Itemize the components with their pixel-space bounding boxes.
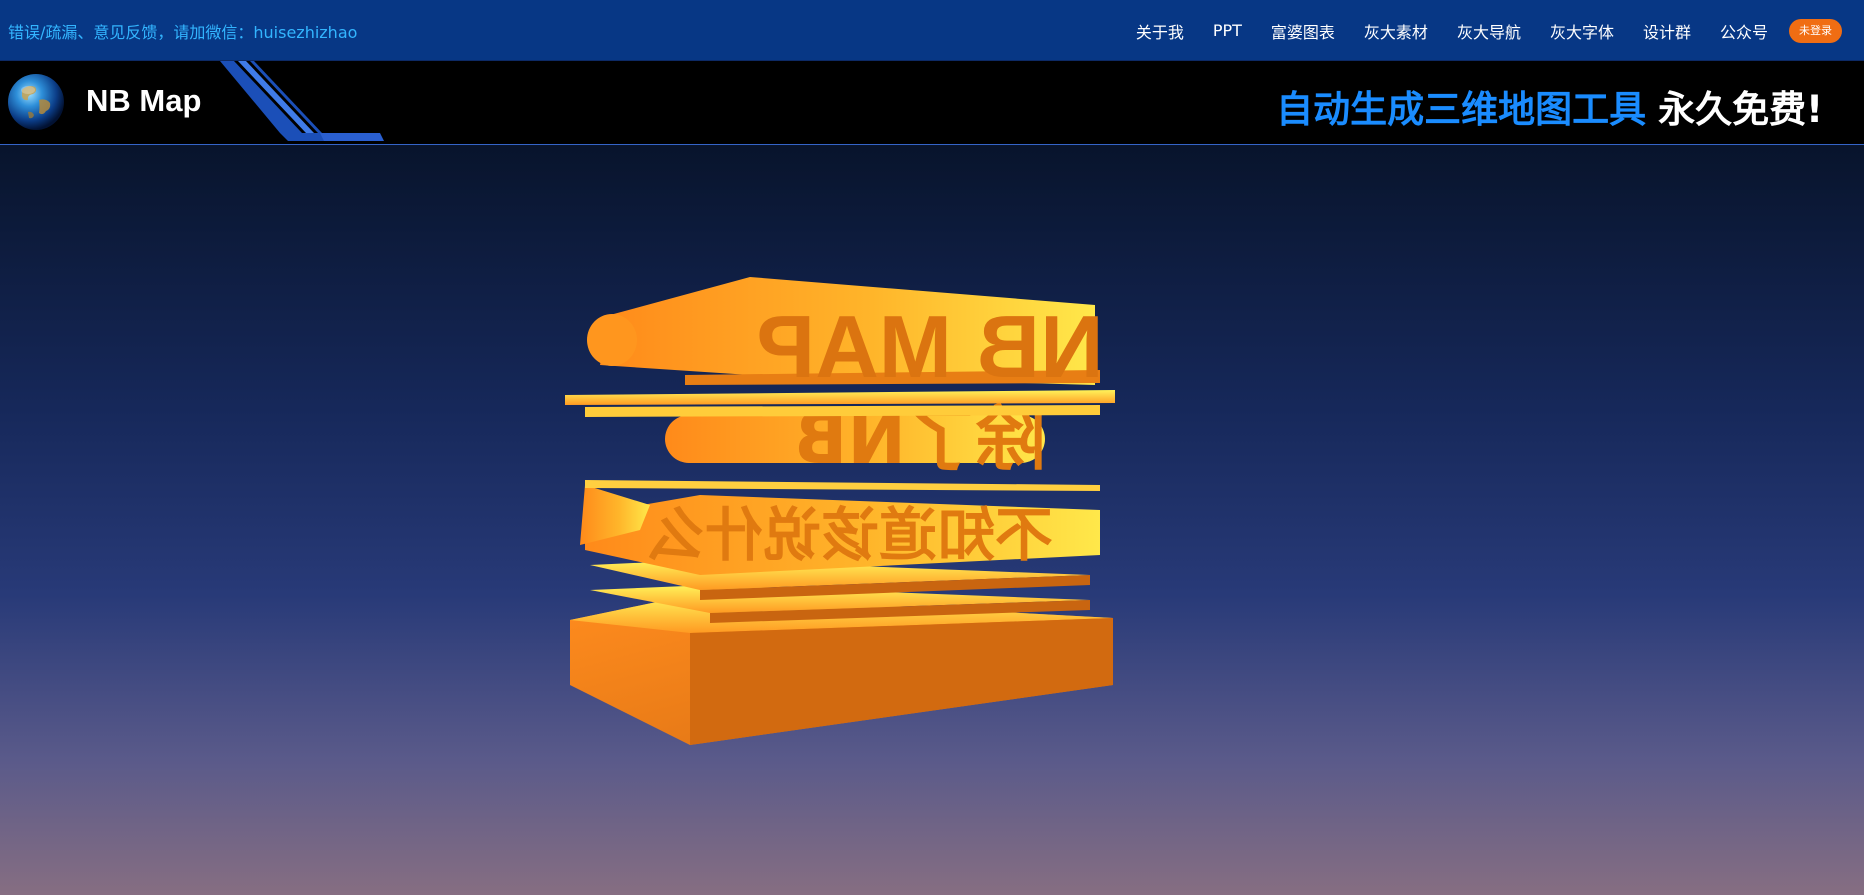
map-canvas[interactable]: 不知道该说什么 除了NB NB MAP xyxy=(0,145,1864,895)
nav-navigation[interactable]: 灰大导航 xyxy=(1457,19,1521,43)
top-bar: 错误/疏漏、意见反馈，请加微信：huisezhizhao 关于我 PPT 富婆图… xyxy=(0,0,1864,61)
nav-fonts[interactable]: 灰大字体 xyxy=(1550,19,1614,43)
nav-wechat-account[interactable]: 公众号 xyxy=(1720,19,1768,43)
login-button[interactable]: 未登录 xyxy=(1789,18,1842,43)
slab-3 xyxy=(585,480,1100,491)
nav-materials[interactable]: 灰大素材 xyxy=(1364,19,1428,43)
feedback-notice: 错误/疏漏、意见反馈，请加微信：huisezhizhao xyxy=(8,23,358,42)
top-nav: 关于我 PPT 富婆图表 灰大素材 灰大导航 灰大字体 设计群 公众号 未登录 xyxy=(1107,0,1842,61)
line1-text: NB MAP xyxy=(756,297,1103,396)
base-side xyxy=(690,618,1113,745)
nav-about[interactable]: 关于我 xyxy=(1136,19,1184,43)
brand-title[interactable]: NB Map xyxy=(86,83,201,119)
line3-text: 不知道该说什么 xyxy=(647,501,1053,569)
header: NB Map 自动生成三维地图工具 永久免费! xyxy=(0,61,1864,145)
slogan-blue: 自动生成三维地图工具 xyxy=(1276,88,1647,131)
decorative-stripes xyxy=(220,61,384,141)
globe-icon[interactable] xyxy=(6,72,66,132)
slogan-white: 永久免费! xyxy=(1658,88,1823,131)
line1-rounded-end xyxy=(587,314,637,366)
slogan: 自动生成三维地图工具 永久免费! xyxy=(1276,79,1823,133)
nav-charts[interactable]: 富婆图表 xyxy=(1271,19,1335,43)
nav-ppt[interactable]: PPT xyxy=(1213,21,1242,40)
slab-5 xyxy=(585,405,1100,417)
nav-design-group[interactable]: 设计群 xyxy=(1643,19,1691,43)
3d-text-render: 不知道该说什么 除了NB NB MAP xyxy=(565,277,1115,745)
